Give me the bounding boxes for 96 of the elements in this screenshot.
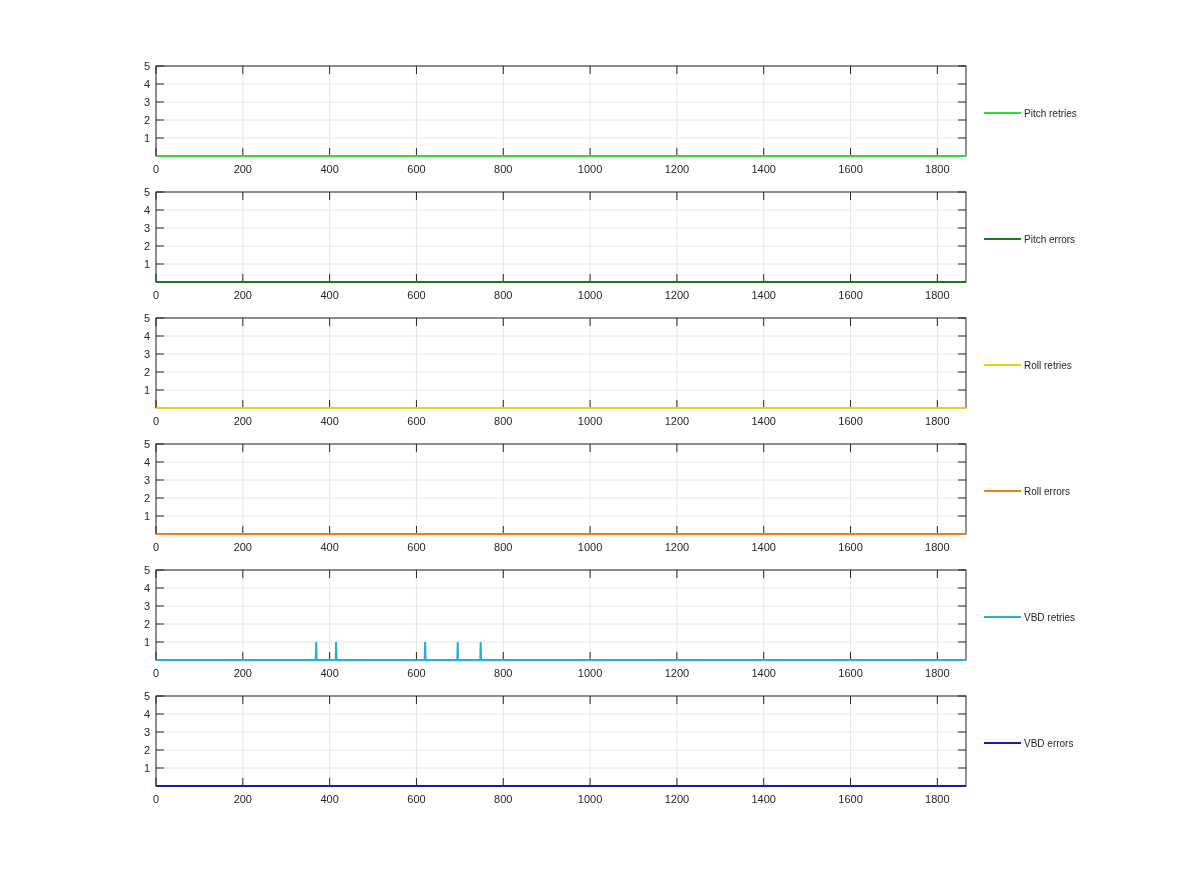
tick-label: 200 bbox=[233, 541, 252, 553]
tick-label: 3 bbox=[143, 222, 150, 234]
tick-label: 5 bbox=[143, 690, 150, 702]
tick-label: 5 bbox=[143, 186, 150, 198]
tick-label: 1400 bbox=[751, 163, 776, 175]
tick-label: 1600 bbox=[838, 667, 863, 679]
tick-label: 1600 bbox=[838, 163, 863, 175]
tick-label: 0 bbox=[152, 163, 160, 175]
tick-label: 1400 bbox=[751, 541, 776, 553]
tick-label: 400 bbox=[320, 163, 339, 175]
tick-label: 1200 bbox=[664, 541, 690, 553]
tick-label: 1200 bbox=[664, 415, 690, 427]
tick-label: 600 bbox=[407, 163, 426, 175]
tick-label: 0 bbox=[152, 541, 160, 553]
tick-label: 5 bbox=[143, 564, 150, 576]
tick-label: 600 bbox=[407, 793, 426, 805]
legend-label: Pitch retries bbox=[1024, 108, 1077, 119]
tick-label: 1 bbox=[143, 762, 150, 774]
tick-label: 1400 bbox=[751, 415, 776, 427]
tick-label: 200 bbox=[233, 667, 252, 679]
tick-label: 0 bbox=[152, 793, 160, 805]
tick-label: 1400 bbox=[751, 793, 776, 805]
tick-label: 3 bbox=[143, 726, 150, 738]
tick-label: 200 bbox=[233, 163, 252, 175]
tick-label: 1000 bbox=[577, 415, 603, 427]
tick-label: 600 bbox=[407, 541, 426, 553]
tick-label: 1 bbox=[143, 132, 150, 144]
tick-label: 4 bbox=[143, 456, 150, 468]
tick-label: 4 bbox=[143, 204, 150, 216]
tick-label: 2 bbox=[143, 744, 150, 756]
tick-label: 1 bbox=[143, 636, 150, 648]
legend-label: VBD retries bbox=[1024, 612, 1076, 623]
tick-label: 1000 bbox=[577, 163, 603, 175]
tick-label: 4 bbox=[143, 582, 150, 594]
tick-label: 5 bbox=[143, 60, 150, 72]
tick-label: 1800 bbox=[925, 163, 950, 175]
tick-label: 800 bbox=[494, 667, 513, 679]
tick-label: 1 bbox=[143, 510, 150, 522]
tick-label: 400 bbox=[320, 541, 339, 553]
tick-label: 3 bbox=[143, 96, 150, 108]
tick-label: 800 bbox=[494, 289, 513, 301]
tick-label: 400 bbox=[320, 793, 339, 805]
tick-label: 2 bbox=[143, 366, 150, 378]
tick-label: 2 bbox=[143, 618, 150, 630]
tick-label: 2 bbox=[143, 492, 150, 504]
tick-label: 600 bbox=[407, 415, 426, 427]
tick-label: 5 bbox=[143, 312, 150, 324]
tick-label: 5 bbox=[143, 438, 150, 450]
tick-label: 2 bbox=[143, 114, 150, 126]
tick-label: 3 bbox=[143, 348, 150, 360]
legend-label: Pitch errors bbox=[1024, 234, 1076, 245]
tick-label: 1800 bbox=[925, 793, 950, 805]
tick-label: 0 bbox=[152, 415, 160, 427]
tick-label: 1800 bbox=[925, 541, 950, 553]
tick-label: 400 bbox=[320, 667, 339, 679]
tick-label: 2 bbox=[143, 240, 150, 252]
tick-label: 800 bbox=[494, 541, 513, 553]
tick-label: 800 bbox=[494, 163, 513, 175]
tick-label: 600 bbox=[407, 289, 426, 301]
tick-label: 4 bbox=[143, 708, 150, 720]
tick-label: 1800 bbox=[925, 667, 950, 679]
tick-label: 0 bbox=[152, 667, 160, 679]
tick-label: 1 bbox=[143, 384, 150, 396]
tick-label: 1200 bbox=[664, 289, 690, 301]
tick-label: 1000 bbox=[577, 289, 603, 301]
tick-label: 200 bbox=[233, 793, 252, 805]
tick-label: 3 bbox=[143, 474, 150, 486]
tick-label: 4 bbox=[143, 330, 150, 342]
legend-label: Roll retries bbox=[1024, 360, 1072, 371]
tick-label: 400 bbox=[320, 415, 339, 427]
tick-label: 1600 bbox=[838, 415, 863, 427]
tick-label: 1800 bbox=[925, 289, 950, 301]
tick-label: 1 bbox=[143, 258, 150, 270]
tick-label: 1000 bbox=[577, 793, 603, 805]
tick-label: 1000 bbox=[577, 667, 603, 679]
tick-label: 200 bbox=[233, 289, 252, 301]
tick-label: 1200 bbox=[664, 163, 690, 175]
tick-label: 1600 bbox=[838, 541, 863, 553]
tick-label: 800 bbox=[494, 793, 513, 805]
tick-label: 600 bbox=[407, 667, 426, 679]
tick-label: 400 bbox=[320, 289, 339, 301]
tick-label: 0 bbox=[152, 289, 160, 301]
tick-label: 1600 bbox=[838, 793, 863, 805]
tick-label: 3 bbox=[143, 600, 150, 612]
tick-label: 1800 bbox=[925, 415, 950, 427]
tick-label: 1400 bbox=[751, 667, 776, 679]
legend-label: VBD errors bbox=[1024, 738, 1074, 749]
tick-label: 1600 bbox=[838, 289, 863, 301]
tick-label: 800 bbox=[494, 415, 513, 427]
tick-label: 1000 bbox=[577, 541, 603, 553]
tick-label: 1400 bbox=[751, 289, 776, 301]
tick-label: 200 bbox=[233, 415, 252, 427]
tick-label: 1200 bbox=[664, 793, 690, 805]
legend-label: Roll errors bbox=[1024, 486, 1071, 497]
tick-label: 4 bbox=[143, 78, 150, 90]
tick-label: 1200 bbox=[664, 667, 690, 679]
